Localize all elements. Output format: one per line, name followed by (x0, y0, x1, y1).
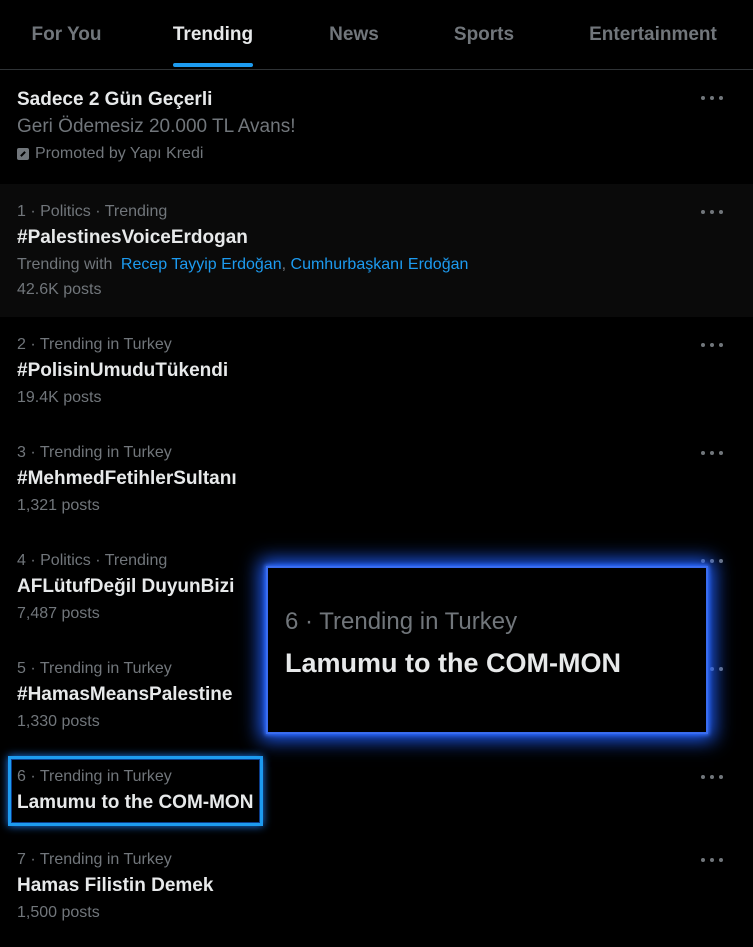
tab-label: Trending (172, 23, 254, 45)
trend-item[interactable]: 2 · Trending in Turkey #PolisinUmuduTüke… (0, 318, 753, 426)
trend-item[interactable]: 1 · Politics · Trending #PalestinesVoice… (0, 184, 753, 317)
trending-with-label: Trending with (17, 256, 113, 273)
tab-label: For You (31, 23, 102, 45)
trend-meta: 1 · Politics · Trending (17, 203, 168, 220)
trend-title: #PolisinUmuduTükendi (17, 360, 229, 381)
trend-title: Hamas Filistin Demek (17, 875, 214, 896)
trend-post-count: 42.6K posts (17, 281, 102, 298)
trend-meta: 3 · Trending in Turkey (17, 444, 172, 461)
tab-label: News (329, 23, 379, 45)
trend-title: #MehmedFetihlerSultanı (17, 468, 237, 489)
trend-post-count: 19.4K posts (17, 389, 102, 406)
promoted-trend[interactable]: Sadece 2 Gün Geçerli Geri Ödemesiz 20.00… (0, 70, 753, 183)
tab-trending[interactable]: Trending (133, 0, 293, 69)
more-options-icon[interactable] (701, 92, 723, 104)
tab-label: Entertainment (589, 23, 717, 45)
more-options-icon[interactable] (701, 771, 723, 783)
tab-news[interactable]: News (293, 0, 415, 69)
trend-item[interactable]: 7 · Trending in Turkey Hamas Filistin De… (0, 834, 753, 947)
trend-title: #HamasMeansPalestine (17, 684, 233, 705)
active-tab-indicator (173, 63, 253, 67)
trend-title: AFLütufDeğil DuyunBizi (17, 576, 235, 597)
explore-trending-panel: For You Trending News Sports Entertainme… (0, 0, 753, 947)
trend-item[interactable]: 3 · Trending in Turkey #MehmedFetihlerSu… (0, 426, 753, 534)
trend-post-count: 1,500 posts (17, 904, 100, 921)
zoom-trend-meta: 6 · Trending in Turkey (285, 608, 518, 635)
more-options-icon[interactable] (701, 854, 723, 866)
link-separator: , (281, 256, 287, 273)
promo-title: Sadece 2 Gün Geçerli (17, 89, 213, 110)
trend-title: #PalestinesVoiceErdogan (17, 227, 248, 248)
trending-with-link[interactable]: Recep Tayyip Erdoğan (121, 256, 282, 273)
promo-subtitle: Geri Ödemesiz 20.000 TL Avans! (17, 116, 296, 137)
zoom-callout: 6 · Trending in Turkey Lamumu to the COM… (266, 566, 708, 734)
trend-meta: 2 · Trending in Turkey (17, 336, 172, 353)
promoted-icon (17, 148, 29, 160)
tab-bar: For You Trending News Sports Entertainme… (0, 0, 753, 70)
more-options-icon[interactable] (701, 206, 723, 218)
more-options-icon[interactable] (701, 339, 723, 351)
trend-meta: 4 · Politics · Trending (17, 552, 168, 569)
tab-label: Sports (453, 23, 515, 45)
trending-with: Trending with Recep Tayyip Erdoğan, Cumh… (17, 254, 468, 276)
trend-meta: 7 · Trending in Turkey (17, 851, 172, 868)
tab-sports[interactable]: Sports (415, 0, 553, 69)
trend-meta: 5 · Trending in Turkey (17, 660, 172, 677)
tab-for-you[interactable]: For You (0, 0, 133, 69)
trend-post-count: 1,321 posts (17, 497, 100, 514)
more-options-icon[interactable] (701, 447, 723, 459)
trend-post-count: 1,330 posts (17, 713, 100, 730)
focus-highlight (8, 756, 263, 826)
zoom-trend-title: Lamumu to the COM-MON (285, 648, 621, 678)
promoted-by: Promoted by Yapı Kredi (17, 143, 203, 165)
promoted-label: Promoted by Yapı Kredi (35, 145, 204, 162)
trending-with-link[interactable]: Cumhurbaşkanı Erdoğan (291, 256, 469, 273)
trend-post-count: 7,487 posts (17, 605, 100, 622)
tab-entertainment[interactable]: Entertainment (553, 0, 753, 69)
